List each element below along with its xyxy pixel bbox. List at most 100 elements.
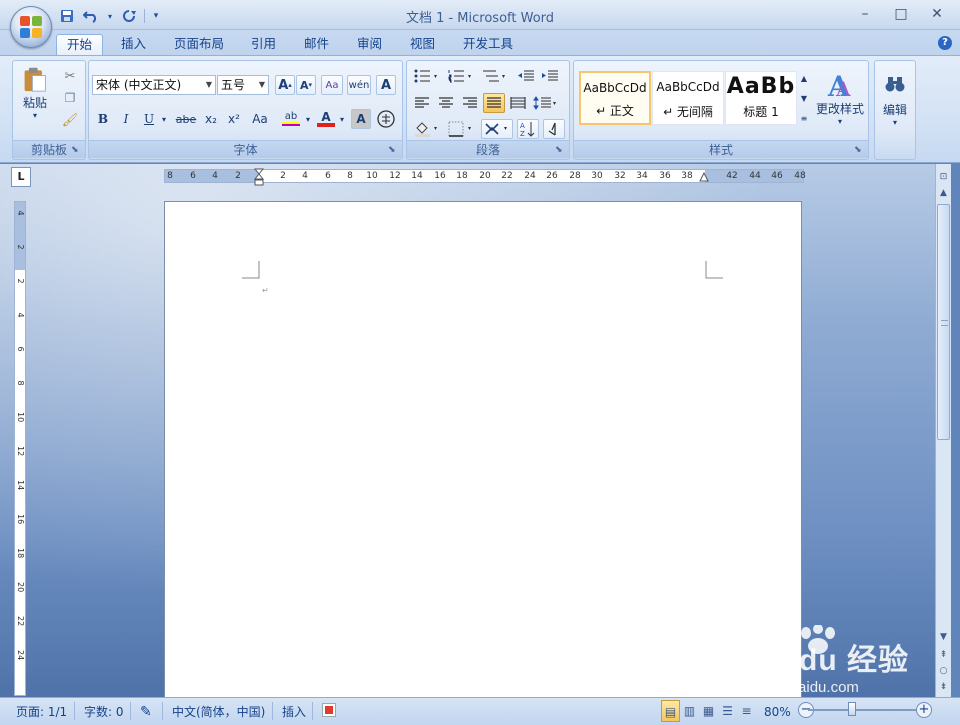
- full-screen-reading-view-icon[interactable]: ▥: [680, 700, 699, 722]
- phonetic-guide-button[interactable]: wén: [347, 75, 371, 95]
- web-layout-view-icon[interactable]: ▦: [699, 700, 718, 722]
- paste-button[interactable]: 粘贴 ▾: [17, 65, 53, 121]
- shading-button[interactable]: [411, 119, 443, 139]
- strikethrough-button[interactable]: abe: [173, 109, 199, 129]
- change-styles-button[interactable]: AA 更改样式 ▾: [814, 65, 866, 131]
- right-indent-marker-icon[interactable]: [699, 172, 709, 182]
- styles-more-icon[interactable]: ≡: [798, 109, 810, 127]
- decrease-indent-button[interactable]: [515, 67, 537, 85]
- bold-button[interactable]: B: [93, 109, 113, 129]
- indent-marker-icon[interactable]: [254, 168, 264, 186]
- clear-formatting-button[interactable]: Aa: [321, 75, 343, 95]
- format-painter-icon[interactable]: 🖌: [61, 111, 79, 129]
- proofing-icon[interactable]: ✎: [140, 704, 152, 720]
- paragraph-launcher-icon[interactable]: ⬊: [555, 145, 565, 155]
- multilevel-list-button[interactable]: [479, 67, 511, 85]
- change-case-button[interactable]: Aa: [247, 109, 273, 129]
- help-icon[interactable]: ?: [938, 36, 952, 50]
- style-heading-1[interactable]: AaBb 标题 1: [725, 71, 797, 125]
- tab-developer[interactable]: 开发工具: [453, 34, 523, 56]
- increase-indent-button[interactable]: [539, 67, 561, 85]
- style-no-spacing[interactable]: AaBbCcDd ↵ 无间隔: [652, 71, 724, 125]
- distributed-button[interactable]: [507, 93, 529, 113]
- styles-scroll-up-icon[interactable]: ▲: [798, 69, 810, 87]
- font-size-dropdown-icon[interactable]: ▼: [256, 76, 268, 94]
- outline-view-icon[interactable]: ☰: [718, 700, 737, 722]
- underline-button[interactable]: U: [139, 109, 159, 129]
- font-name-combo[interactable]: 宋体 (中文正文) ▼: [92, 75, 216, 95]
- scroll-down-icon[interactable]: ▼: [936, 630, 951, 645]
- borders-button[interactable]: [445, 119, 477, 139]
- macro-record-icon[interactable]: [322, 703, 336, 717]
- copy-icon[interactable]: ❐: [61, 89, 79, 107]
- multilevel-list-icon: [483, 70, 505, 82]
- print-layout-view-icon[interactable]: ▤: [661, 700, 680, 722]
- tab-view[interactable]: 视图: [400, 34, 445, 56]
- superscript-button[interactable]: x²: [224, 109, 244, 129]
- vertical-ruler[interactable]: 4 2 2 4 6 8 10 12 14 16 18 20 22 24: [14, 201, 26, 696]
- sort-icon: AZ: [520, 122, 535, 137]
- font-color-button[interactable]: A: [315, 109, 337, 129]
- align-center-button[interactable]: [435, 93, 457, 113]
- tab-mailings[interactable]: 邮件: [294, 34, 339, 56]
- tab-page-layout[interactable]: 页面布局: [164, 34, 234, 56]
- chinese-layout-button[interactable]: [481, 119, 513, 139]
- character-shading-button[interactable]: A: [351, 109, 371, 129]
- style-normal[interactable]: AaBbCcDd ↵ 正文: [579, 71, 651, 125]
- zoom-slider-thumb[interactable]: [847, 702, 856, 716]
- cut-icon[interactable]: ✂: [61, 67, 79, 85]
- justify-button[interactable]: [483, 93, 505, 113]
- font-name-dropdown-icon[interactable]: ▼: [203, 76, 215, 94]
- italic-button[interactable]: I: [116, 109, 136, 129]
- zoom-in-icon[interactable]: +: [916, 702, 932, 718]
- enclose-characters-button[interactable]: [376, 109, 396, 129]
- ruler-toggle-icon[interactable]: ⊡: [936, 170, 951, 185]
- show-hide-marks-button[interactable]: [543, 119, 565, 139]
- styles-scroll-down-icon[interactable]: ▼: [798, 89, 810, 107]
- status-insert-mode[interactable]: 插入: [282, 704, 306, 720]
- sort-button[interactable]: AZ: [517, 119, 539, 139]
- tab-references[interactable]: 引用: [241, 34, 286, 56]
- select-browse-object-icon[interactable]: ○: [936, 664, 951, 679]
- maximize-button[interactable]: □: [886, 4, 916, 24]
- status-page-count[interactable]: 页面: 1/1: [16, 704, 67, 720]
- vruler-tick-label: 6: [16, 346, 25, 352]
- editing-button[interactable]: 编辑 ▾: [877, 65, 913, 135]
- tab-home[interactable]: 开始: [56, 34, 104, 56]
- status-word-count[interactable]: 字数: 0: [84, 704, 124, 720]
- highlight-button[interactable]: ab: [279, 109, 303, 129]
- bullets-button[interactable]: [411, 67, 443, 85]
- office-button[interactable]: [10, 6, 52, 48]
- line-spacing-button[interactable]: [531, 93, 561, 113]
- numbering-button[interactable]: [445, 67, 477, 85]
- subscript-button[interactable]: x₂: [201, 109, 221, 129]
- font-size-combo[interactable]: 五号 ▼: [217, 75, 269, 95]
- styles-launcher-icon[interactable]: ⬊: [854, 145, 864, 155]
- document-page[interactable]: [164, 201, 802, 701]
- draft-view-icon[interactable]: ≡: [737, 700, 756, 722]
- underline-dropdown-icon[interactable]: ▾: [159, 109, 169, 129]
- clipboard-launcher-icon[interactable]: ⬊: [71, 145, 81, 155]
- align-left-button[interactable]: [411, 93, 433, 113]
- grow-font-button[interactable]: A ▴: [275, 75, 295, 95]
- tab-review[interactable]: 审阅: [347, 34, 392, 56]
- shrink-font-button[interactable]: A ▾: [296, 75, 316, 95]
- close-button[interactable]: ✕: [922, 4, 952, 24]
- font-launcher-icon[interactable]: ⬊: [388, 145, 398, 155]
- scroll-thumb[interactable]: [937, 204, 950, 440]
- hruler-tick-label: 32: [614, 171, 626, 181]
- vertical-scrollbar[interactable]: ⊡ ▲ ▼ ⇞ ○ ⇟: [935, 164, 951, 697]
- minimize-button[interactable]: –: [850, 4, 880, 24]
- zoom-slider[interactable]: [808, 709, 920, 711]
- character-border-button[interactable]: A: [376, 75, 396, 95]
- next-page-icon[interactable]: ⇟: [936, 680, 951, 695]
- font-color-dropdown-icon[interactable]: ▾: [337, 109, 347, 129]
- tab-insert[interactable]: 插入: [111, 34, 156, 56]
- highlight-dropdown-icon[interactable]: ▾: [303, 109, 313, 129]
- align-right-button[interactable]: [459, 93, 481, 113]
- tab-selector-button[interactable]: L: [11, 167, 31, 187]
- scroll-up-icon[interactable]: ▲: [936, 186, 951, 201]
- previous-page-icon[interactable]: ⇞: [936, 648, 951, 663]
- zoom-level[interactable]: 80%: [764, 704, 791, 720]
- status-language[interactable]: 中文(简体，中国): [172, 704, 265, 720]
